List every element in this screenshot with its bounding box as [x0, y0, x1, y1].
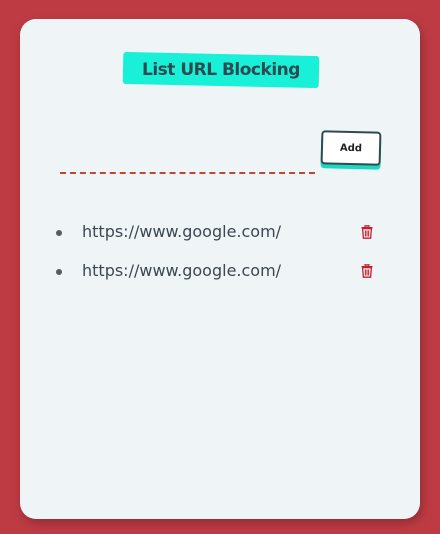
- list-item: https://www.google.com/: [56, 219, 386, 258]
- list-item: https://www.google.com/: [56, 258, 386, 297]
- bullet-icon: [56, 269, 62, 275]
- bullet-icon: [56, 230, 62, 236]
- url-input[interactable]: [60, 154, 315, 174]
- add-button[interactable]: Add: [320, 130, 382, 166]
- blocked-url-text: https://www.google.com/: [82, 261, 282, 280]
- blocked-url-list: https://www.google.com/ https://www.goog…: [56, 219, 386, 297]
- title-banner: List URL Blocking: [122, 51, 320, 89]
- trash-icon[interactable]: [361, 264, 373, 278]
- main-card: List URL Blocking Add https://www.google…: [20, 19, 420, 519]
- blocked-url-text: https://www.google.com/: [82, 222, 282, 241]
- trash-icon[interactable]: [361, 225, 373, 239]
- page-title: List URL Blocking: [142, 59, 300, 80]
